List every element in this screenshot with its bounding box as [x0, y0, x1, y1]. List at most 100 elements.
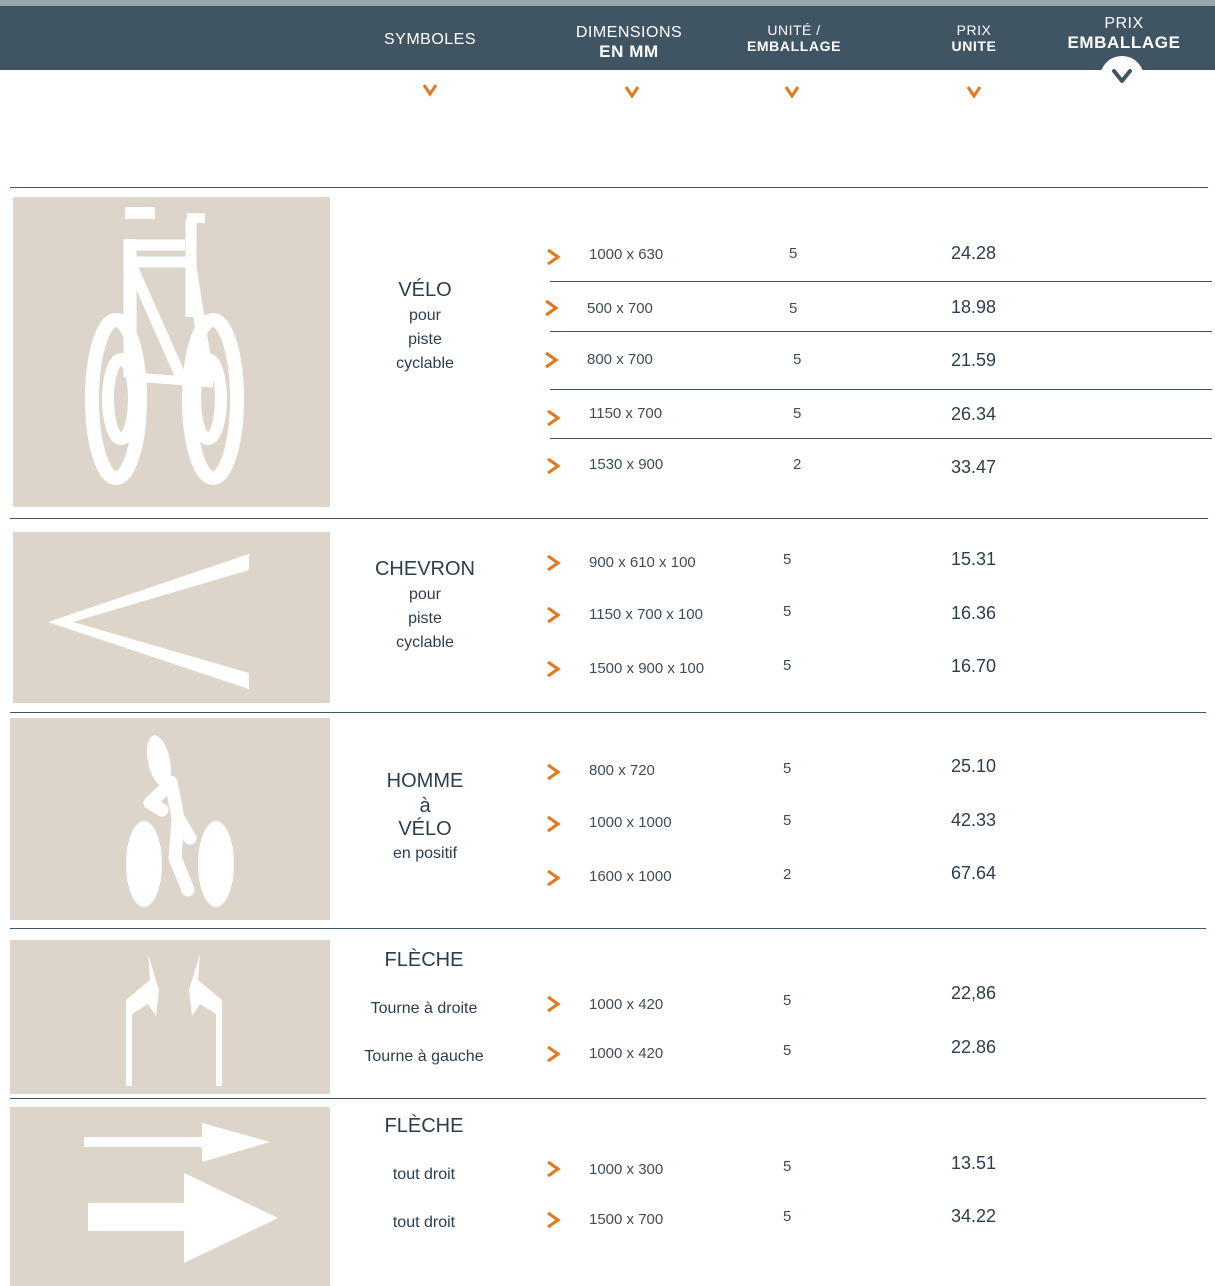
unit-price: 16.36: [951, 603, 997, 623]
unit-price: 21.59: [951, 350, 997, 370]
header-prix-label: PRIX: [956, 22, 992, 38]
row-divider: [550, 281, 1212, 282]
active-column-marker[interactable]: [1100, 56, 1144, 100]
direction-label: tout droit: [392, 1166, 456, 1183]
row-arrow-icon[interactable]: [543, 299, 559, 317]
product-subtitle-line: en positif: [392, 845, 458, 862]
row-arrow-icon[interactable]: [545, 869, 561, 887]
unit-price: 33.47: [951, 457, 997, 477]
unit-price: 22.86: [951, 1037, 997, 1057]
dimension-value: 1500 x 900 x 100: [589, 660, 705, 677]
unit-price: 67.64: [951, 863, 997, 883]
row-arrow-icon[interactable]: [545, 660, 561, 678]
row-arrow-icon[interactable]: [545, 1160, 561, 1178]
row-arrow-icon[interactable]: [545, 763, 561, 781]
unit-price: 16.70: [951, 656, 997, 676]
direction-label: tout droit: [392, 1214, 456, 1231]
row-arrow-icon[interactable]: [545, 554, 561, 572]
sort-symboles-chevron-down-icon[interactable]: [422, 82, 438, 98]
row-arrow-icon[interactable]: [545, 995, 561, 1013]
product-title: CHEVRON: [374, 558, 475, 580]
header-dimensions: DIMENSIONS EN MM: [549, 24, 709, 62]
divider: [10, 712, 1206, 713]
row-arrow-icon[interactable]: [545, 248, 561, 266]
dimension-value: 1000 x 420: [589, 1045, 664, 1062]
cyclist-icon: [126, 735, 234, 907]
row-arrow-icon[interactable]: [545, 1045, 561, 1063]
sort-dimensions-chevron-down-icon[interactable]: [624, 84, 640, 100]
dimension-value: 1000 x 300: [589, 1161, 664, 1178]
row-arrow-icon[interactable]: [545, 606, 561, 624]
quantity-value: 5: [789, 245, 798, 262]
header-symboles: SYMBOLES: [370, 31, 490, 49]
dimension-value: 1000 x 630: [589, 246, 664, 263]
product-subtitle-line: piste: [408, 610, 442, 627]
dimension-value: 1500 x 700: [589, 1211, 664, 1228]
header-dimensions-unit: EN MM: [599, 42, 659, 62]
header-unite-label: UNITE: [951, 38, 997, 55]
dimension-value: 1000 x 420: [589, 996, 664, 1013]
header-prix-unite: PRIX UNITE: [924, 22, 1024, 54]
quantity-value: 5: [793, 405, 802, 422]
row-arrow-icon[interactable]: [545, 815, 561, 833]
unit-price: 15.31: [951, 549, 997, 569]
header-unite: UNITÉ / EMBALLAGE: [734, 22, 854, 54]
quantity-value: 5: [783, 760, 792, 777]
header-prix-emballage: PRIX EMBALLAGE: [1056, 15, 1192, 53]
quantity-value: 5: [793, 351, 802, 368]
unit-price: 34.22: [951, 1206, 997, 1226]
row-divider: [550, 331, 1212, 332]
table-header: SYMBOLES DIMENSIONS EN MM UNITÉ / EMBALL…: [0, 6, 1215, 70]
divider: [10, 518, 1208, 519]
row-arrow-icon[interactable]: [545, 1211, 561, 1229]
product-subtitle-line: piste: [408, 331, 442, 348]
straight-arrows-symbol-panel: [10, 1107, 330, 1286]
sort-prix-chevron-down-icon[interactable]: [966, 84, 982, 100]
product-subtitle-line: cyclable: [396, 634, 454, 651]
quantity-value: 5: [783, 551, 792, 568]
quantity-value: 5: [789, 300, 798, 317]
dimension-value: 1530 x 900: [589, 456, 664, 473]
product-title: VÉLO: [398, 279, 452, 301]
product-title: HOMME: [386, 770, 464, 792]
quantity-value: 5: [783, 657, 792, 674]
unit-price: 26.34: [951, 404, 997, 424]
unit-price: 13.51: [951, 1153, 997, 1173]
quantity-value: 5: [783, 992, 792, 1009]
dimension-value: 1000 x 1000: [589, 814, 672, 831]
divider: [10, 1098, 1206, 1099]
unit-price: 22,86: [951, 983, 997, 1003]
row-arrow-icon[interactable]: [543, 351, 559, 369]
row-divider: [550, 389, 1212, 390]
chevron-icon: [48, 554, 249, 689]
header-emballage-label: EMBALLAGE: [1067, 33, 1181, 53]
quantity-value: 5: [783, 812, 792, 829]
product-title: FLÈCHE: [384, 1115, 464, 1137]
header-symboles-label: SYMBOLES: [383, 31, 477, 48]
quantity-value: 5: [783, 1208, 792, 1225]
bicycle-symbol-panel: [13, 197, 330, 507]
direction-label: Tourne à droite: [370, 1000, 478, 1017]
dimension-value: 1150 x 700 x 100: [589, 606, 703, 623]
header-dimensions-label: DIMENSIONS: [575, 24, 683, 41]
quantity-value: 5: [783, 603, 792, 620]
turn-arrows-symbol-panel: [10, 940, 330, 1094]
quantity-value: 2: [793, 456, 802, 473]
header-unite-emballage: EMBALLAGE: [746, 38, 842, 55]
straight-arrows-icon: [84, 1123, 278, 1263]
product-title-line3: VÉLO: [398, 818, 452, 840]
dimension-value: 800 x 720: [589, 762, 655, 779]
product-subtitle-line: cyclable: [396, 355, 454, 372]
divider: [10, 187, 1208, 188]
header-prix-emb-label: PRIX: [1104, 15, 1144, 32]
sort-unite-chevron-down-icon[interactable]: [784, 84, 800, 100]
divider: [10, 928, 1206, 929]
quantity-value: 5: [783, 1158, 792, 1175]
chevron-symbol-panel: [13, 532, 330, 703]
quantity-value: 2: [783, 866, 792, 883]
quantity-value: 5: [783, 1042, 792, 1059]
row-arrow-icon[interactable]: [545, 409, 561, 427]
turn-arrows-icon: [126, 954, 222, 1086]
row-arrow-icon[interactable]: [545, 457, 561, 475]
dimension-value: 500 x 700: [587, 300, 653, 317]
